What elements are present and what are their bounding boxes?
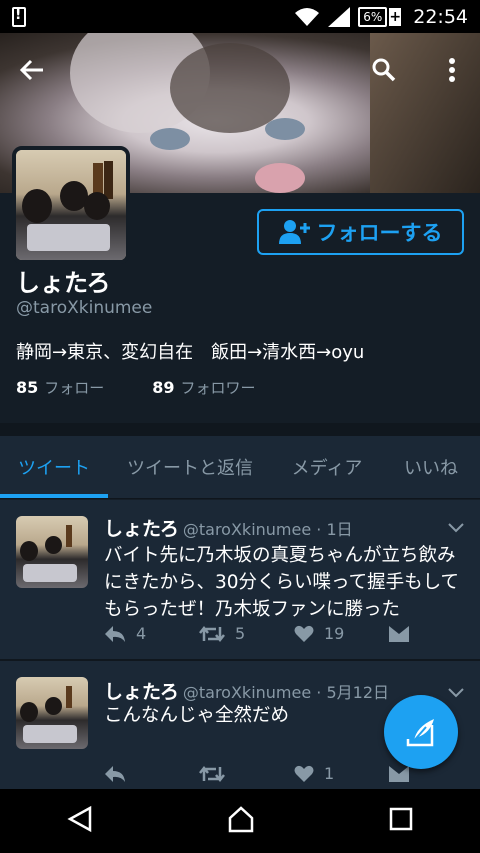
tab-likes[interactable]: いいね: [382, 436, 480, 498]
like-count: 19: [324, 624, 345, 643]
add-user-icon: [278, 220, 310, 244]
mail-icon: [389, 625, 409, 642]
like-count: 1: [324, 764, 335, 783]
tweet-author-name: しょたろ: [104, 518, 179, 540]
tweet-text: バイト先に乃木坂の真夏ちゃんが立ち飲みにきたから、30分くらい喋って握手もしても…: [104, 545, 460, 620]
retweet-icon: [199, 765, 225, 782]
search-icon: [372, 58, 396, 82]
tweet-meta: @taroXkinumee · 1日: [182, 520, 353, 539]
alert-icon: [12, 6, 26, 27]
compose-tweet-button[interactable]: [384, 695, 458, 769]
reply-button[interactable]: [104, 765, 199, 783]
nav-home-icon: [228, 806, 254, 833]
tweet-header: しょたろ @taroXkinumee · 1日: [104, 514, 353, 541]
like-button[interactable]: 1: [294, 764, 389, 783]
direct-message-button[interactable]: [389, 625, 480, 643]
retweet-icon: [199, 625, 225, 642]
back-arrow-icon: [19, 59, 43, 81]
follow-button-label: フォローする: [316, 221, 443, 245]
more-vert-icon: [449, 58, 455, 82]
tab-tweets[interactable]: ツイート: [0, 436, 108, 498]
mail-icon: [389, 765, 409, 782]
nav-home-button[interactable]: [227, 805, 255, 837]
reply-icon: [105, 765, 125, 782]
tweet-options-button[interactable]: [448, 683, 464, 702]
system-navigation-bar: [0, 789, 480, 853]
tweet-avatar[interactable]: [16, 677, 88, 749]
overflow-menu-button[interactable]: [432, 50, 472, 90]
tweet-item[interactable]: しょたろ @taroXkinumee · 1日 バイト先に乃木坂の真夏ちゃんが立ち…: [0, 500, 480, 659]
wifi-icon: [295, 7, 320, 26]
heart-icon: [294, 765, 314, 782]
tab-media[interactable]: メディア: [272, 436, 382, 498]
compose-feather-icon: [406, 719, 434, 747]
followers-label: フォロワー: [180, 379, 256, 397]
tweet-author-name: しょたろ: [104, 681, 179, 703]
tab-tweets-and-replies[interactable]: ツイートと返信: [108, 436, 272, 498]
following-label: フォロー: [44, 379, 105, 397]
clock: 22:54: [413, 5, 468, 28]
charging-icon: +: [389, 7, 402, 26]
followers-count-link[interactable]: 89 フォロワー: [152, 377, 255, 398]
direct-message-button[interactable]: [389, 765, 480, 783]
heart-icon: [294, 625, 314, 642]
nav-recents-button[interactable]: [388, 806, 414, 836]
battery-indicator: 6% +: [358, 6, 402, 27]
nav-back-button[interactable]: [66, 805, 94, 837]
retweet-button[interactable]: [199, 765, 294, 783]
tweet-avatar[interactable]: [16, 516, 88, 588]
profile-tabs: ツイート ツイートと返信 メディア いいね: [0, 436, 480, 499]
section-divider: [0, 423, 480, 436]
reply-button[interactable]: 4: [104, 624, 199, 643]
tweet-meta: @taroXkinumee · 5月12日: [182, 683, 389, 702]
search-button[interactable]: [364, 50, 404, 90]
signal-icon: [328, 6, 351, 27]
profile-avatar[interactable]: [12, 146, 130, 264]
reply-icon: [105, 625, 125, 642]
profile-handle: @taroXkinumee: [16, 298, 153, 318]
profile-name: しょたろ: [16, 269, 111, 297]
nav-recents-icon: [389, 807, 412, 831]
tweet-options-button[interactable]: [448, 518, 464, 537]
status-bar: 6% + 22:54: [0, 0, 480, 33]
battery-level: 6%: [358, 6, 388, 27]
chevron-down-icon: [448, 523, 464, 533]
following-count: 85: [16, 378, 39, 397]
following-count-link[interactable]: 85 フォロー: [16, 377, 104, 398]
tweet-header: しょたろ @taroXkinumee · 5月12日: [104, 677, 389, 704]
reply-count: 4: [136, 624, 147, 643]
back-button[interactable]: [12, 50, 52, 90]
followers-count: 89: [152, 378, 175, 397]
retweet-count: 5: [235, 624, 246, 643]
profile-bio: 静岡→東京、変幻自在 飯田→清水西→oyu: [16, 342, 365, 363]
nav-back-icon: [67, 805, 92, 833]
profile-counts: 85 フォロー 89 フォロワー: [16, 377, 256, 398]
chevron-down-icon: [448, 688, 464, 698]
tweet-actions: 4 5 19: [104, 624, 480, 643]
follow-button[interactable]: フォローする: [257, 209, 464, 255]
retweet-button[interactable]: 5: [199, 624, 294, 643]
like-button[interactable]: 19: [294, 624, 389, 643]
